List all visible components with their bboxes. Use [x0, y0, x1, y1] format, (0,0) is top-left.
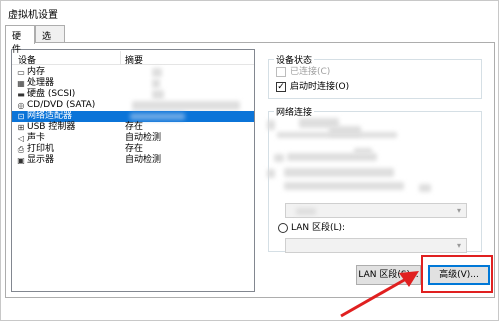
annotation-arrow-icon	[340, 271, 419, 318]
tab-hardware[interactable]: 硬件	[5, 25, 35, 55]
vm-settings-window: 虚拟机设置 硬件 选项 设备 摘要 ▭ 内存 ▦ 处理器	[0, 0, 499, 321]
tab-hardware-label: 硬件	[12, 32, 22, 55]
